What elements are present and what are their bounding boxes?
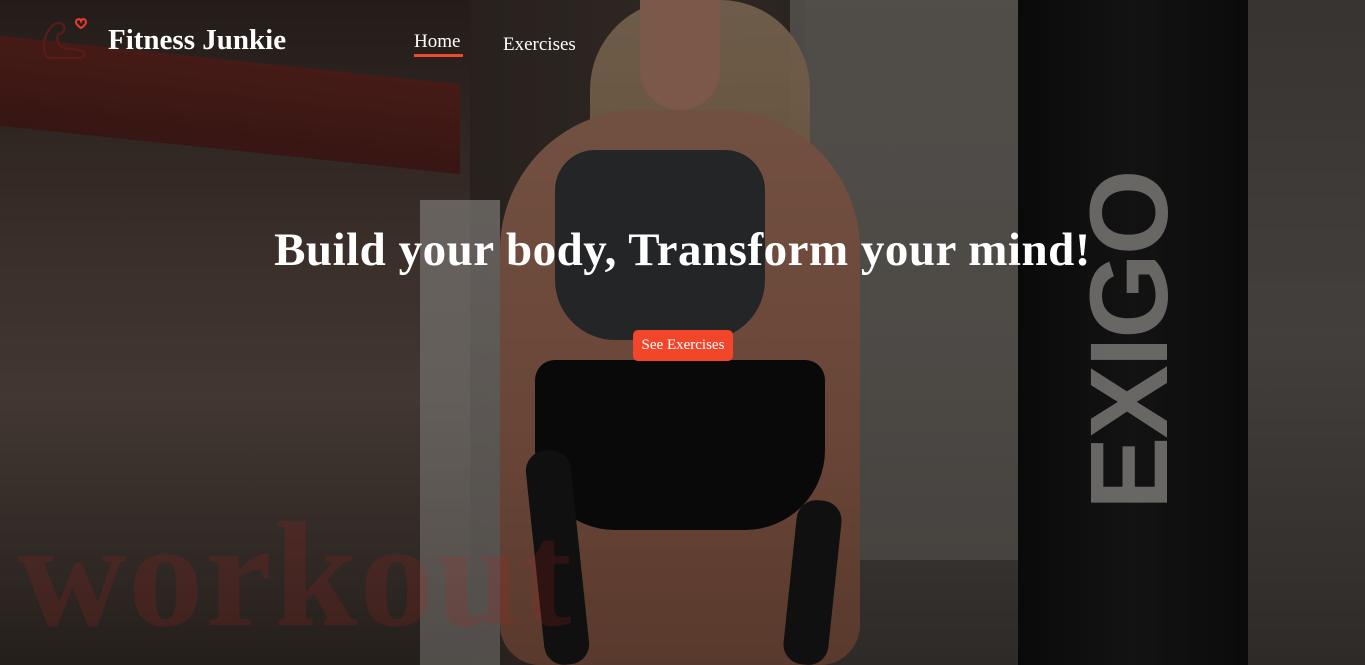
flexed-arm-heart-icon[interactable]	[40, 16, 92, 62]
see-exercises-button[interactable]: See Exercises	[633, 330, 733, 361]
nav-link-exercises[interactable]: Exercises	[503, 33, 576, 57]
brand-name[interactable]: Fitness Junkie	[108, 22, 286, 58]
hero-section: EXIGO workout Fitness Junkie Home Exerci…	[0, 0, 1365, 665]
nav-link-home[interactable]: Home	[414, 30, 460, 54]
nav-active-indicator	[414, 54, 463, 57]
hero-headline: Build your body, Transform your mind!	[274, 224, 1091, 276]
watermark-text: workout	[18, 492, 574, 658]
top-nav: Fitness Junkie Home Exercises	[0, 0, 1365, 80]
